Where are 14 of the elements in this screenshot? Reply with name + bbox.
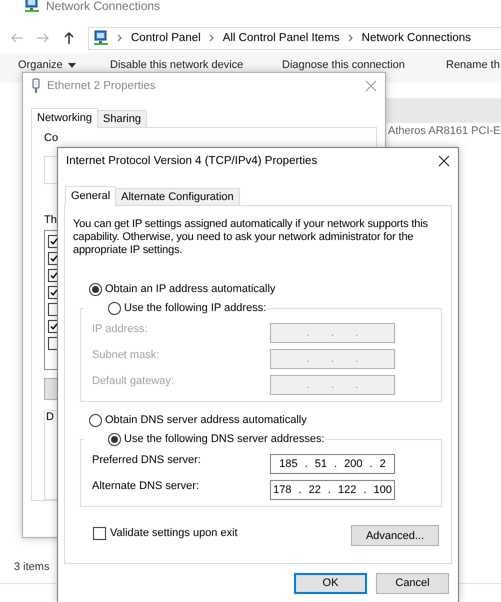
status-text: 3 items — [14, 560, 50, 572]
field-label: Alternate DNS server: — [92, 480, 199, 492]
window-title: Network Connections — [46, 0, 160, 13]
section-label: Co — [44, 132, 58, 144]
field-label: Default gateway: — [92, 375, 174, 387]
field-label: IP address: — [92, 323, 148, 335]
intro-text: You can get IP settings assigned automatically if your network supports this capability. Otherwise, you need to ask your network administrator for the appropriate IP settings. — [73, 218, 429, 257]
group-label: D — [46, 411, 54, 423]
field-label: Preferred DNS server: — [92, 454, 201, 466]
dialog-title: Internet Protocol Version 4 (TCP/IPv4) Properties — [66, 155, 318, 167]
adapter-name: Atheros AR8161 PCI-E — [388, 125, 501, 137]
section-label: Th — [44, 214, 57, 226]
dialog-title: Ethernet 2 Properties — [47, 80, 157, 92]
field-label: Subnet mask: — [92, 349, 160, 361]
